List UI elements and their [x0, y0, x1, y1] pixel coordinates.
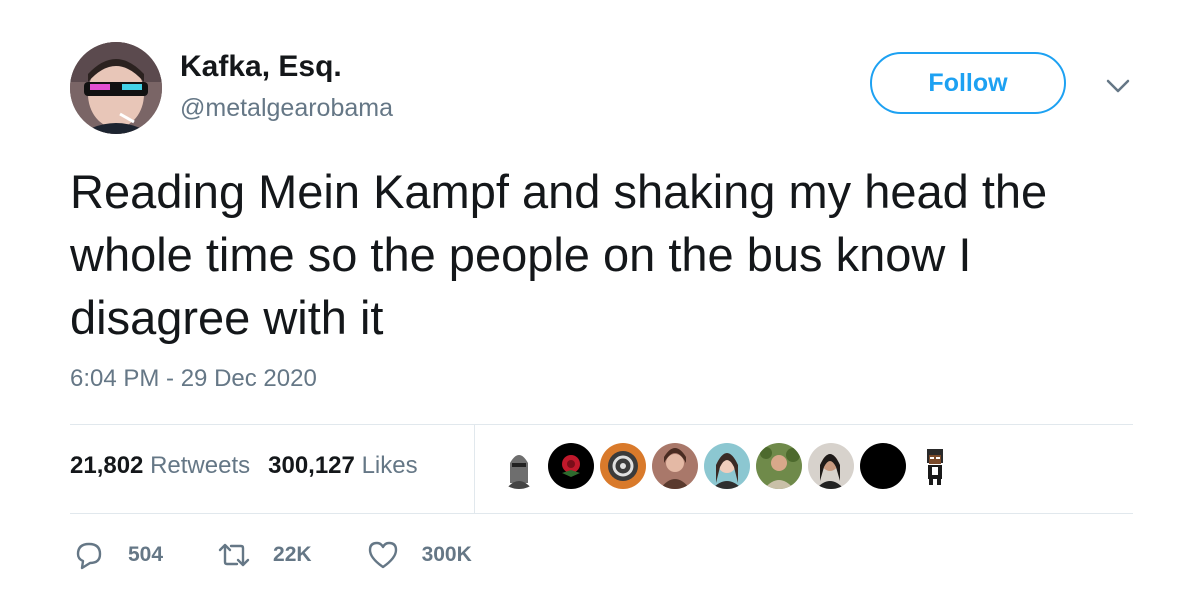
- user-handle[interactable]: @metalgearobama: [180, 94, 393, 123]
- stats-separator: [474, 424, 475, 514]
- retweet-icon: [217, 538, 251, 572]
- retweets-count: 21,802: [70, 452, 144, 479]
- likes-stat[interactable]: 300,127 Likes: [268, 452, 417, 480]
- like-count: 300K: [421, 543, 472, 566]
- user-avatar[interactable]: [70, 42, 162, 134]
- engagement-stats: 21,802 Retweets 300,127 Likes: [70, 452, 418, 480]
- liker-avatar-person-4[interactable]: [808, 443, 854, 489]
- liker-avatar-person-2[interactable]: [704, 443, 750, 489]
- liker-avatar-cartoon[interactable]: [912, 443, 958, 489]
- liker-avatar-knight[interactable]: [496, 443, 542, 489]
- retweet-count: 22K: [273, 543, 312, 566]
- liker-avatar-spiral[interactable]: [600, 443, 646, 489]
- retweets-label: Retweets: [150, 452, 251, 479]
- reply-count: 504: [128, 543, 164, 566]
- tweet-timestamp[interactable]: 6:04 PM - 29 Dec 2020: [70, 365, 317, 393]
- divider-bottom: [70, 513, 1133, 514]
- liker-avatar-black[interactable]: [860, 443, 906, 489]
- likes-label: Likes: [361, 452, 418, 479]
- tweet-text: Reading Mein Kampf and shaking my head t…: [70, 165, 1048, 344]
- heart-icon: [366, 538, 400, 572]
- liker-avatar-person-1[interactable]: [652, 443, 698, 489]
- liker-avatars: [496, 443, 958, 489]
- reply-icon: [72, 538, 106, 572]
- retweet-button[interactable]: 22K: [217, 538, 312, 572]
- like-button[interactable]: 300K: [366, 538, 472, 572]
- divider-top: [70, 424, 1133, 425]
- tweet-actions: 504 22K 300K: [72, 538, 526, 572]
- follow-button[interactable]: Follow: [870, 52, 1066, 114]
- liker-avatar-person-3[interactable]: [756, 443, 802, 489]
- chevron-down-icon[interactable]: [1104, 76, 1132, 96]
- reply-button[interactable]: 504: [72, 538, 163, 572]
- tweet-card: Kafka, Esq. @metalgearobama Follow Readi…: [0, 0, 1200, 600]
- liker-avatar-rose[interactable]: [548, 443, 594, 489]
- retweets-stat[interactable]: 21,802 Retweets: [70, 452, 250, 480]
- likes-count: 300,127: [268, 452, 355, 479]
- user-display-name[interactable]: Kafka, Esq.: [180, 50, 342, 84]
